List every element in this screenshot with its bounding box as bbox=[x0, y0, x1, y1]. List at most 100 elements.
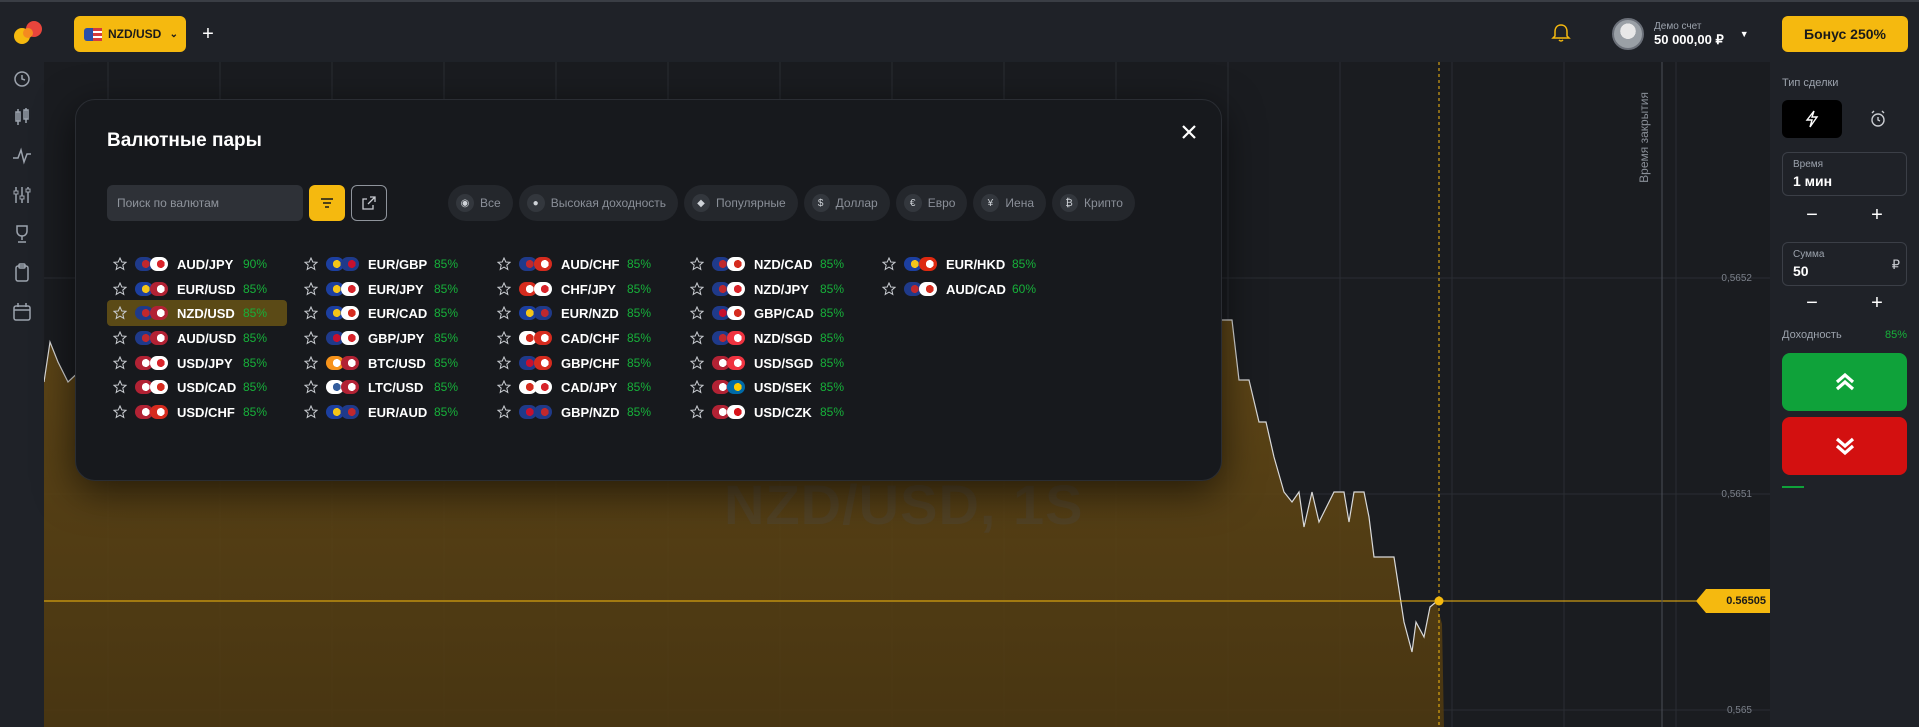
calendar-icon[interactable] bbox=[10, 300, 34, 324]
deal-type-turbo-button[interactable] bbox=[1782, 100, 1842, 138]
pair-item[interactable]: AUD/JPY 90% bbox=[107, 251, 287, 277]
star-icon[interactable] bbox=[882, 257, 896, 271]
sort-filter-button[interactable] bbox=[309, 185, 345, 221]
star-icon[interactable] bbox=[497, 257, 511, 271]
pair-item[interactable]: USD/CHF 85% bbox=[107, 399, 287, 425]
pair-item[interactable]: CHF/JPY 85% bbox=[491, 276, 671, 302]
star-icon[interactable] bbox=[304, 306, 318, 320]
pair-item[interactable]: EUR/AUD 85% bbox=[298, 399, 478, 425]
category-crypto[interactable]: ₿ Крипто bbox=[1052, 185, 1135, 221]
category-high-yield[interactable]: ● Высокая доходность bbox=[518, 185, 679, 221]
time-decrease-button[interactable]: − bbox=[1782, 202, 1842, 228]
star-icon[interactable] bbox=[113, 257, 127, 271]
open-external-button[interactable] bbox=[351, 185, 387, 221]
bell-icon[interactable] bbox=[1550, 22, 1572, 44]
pair-item[interactable]: EUR/NZD 85% bbox=[491, 300, 671, 326]
pair-item[interactable]: LTC/USD 85% bbox=[298, 374, 478, 400]
category-popular[interactable]: ◆ Популярные bbox=[684, 185, 798, 221]
star-icon[interactable] bbox=[690, 257, 704, 271]
currency-pairs-modal: Валютные пары Поиск по валютам ◉ Все ● Выс… bbox=[75, 99, 1222, 481]
pair-item[interactable]: EUR/JPY 85% bbox=[298, 276, 478, 302]
star-icon[interactable] bbox=[113, 331, 127, 345]
category-yen[interactable]: ¥ Иена bbox=[973, 185, 1047, 221]
pair-item[interactable]: GBP/NZD 85% bbox=[491, 399, 671, 425]
account-selector[interactable]: Демо счет 50 000,00 ₽ ▼ bbox=[1612, 16, 1749, 52]
pair-item[interactable]: GBP/CHF 85% bbox=[491, 350, 671, 376]
alarm-icon[interactable] bbox=[10, 66, 34, 90]
search-input[interactable]: Поиск по валютам bbox=[107, 185, 303, 221]
time-field[interactable]: Время 1 мин bbox=[1782, 152, 1907, 196]
star-icon[interactable] bbox=[113, 282, 127, 296]
star-icon[interactable] bbox=[497, 306, 511, 320]
pair-item[interactable]: GBP/CAD 85% bbox=[684, 300, 864, 326]
pair-item[interactable]: EUR/CAD 85% bbox=[298, 300, 478, 326]
star-icon[interactable] bbox=[113, 405, 127, 419]
star-icon[interactable] bbox=[304, 356, 318, 370]
star-icon[interactable] bbox=[304, 405, 318, 419]
star-icon[interactable] bbox=[882, 282, 896, 296]
close-icon[interactable] bbox=[1179, 122, 1199, 142]
pair-item[interactable]: NZD/CAD 85% bbox=[684, 251, 864, 277]
pair-item[interactable]: NZD/JPY 85% bbox=[684, 276, 864, 302]
pair-item[interactable]: AUD/USD 85% bbox=[107, 325, 287, 351]
pair-name: CHF/JPY bbox=[561, 281, 616, 297]
star-icon[interactable] bbox=[304, 282, 318, 296]
star-icon[interactable] bbox=[690, 331, 704, 345]
bonus-button[interactable]: Бонус 250% bbox=[1782, 16, 1908, 52]
star-icon[interactable] bbox=[497, 282, 511, 296]
pair-name: GBP/JPY bbox=[368, 330, 425, 346]
amount-decrease-button[interactable]: − bbox=[1782, 290, 1842, 316]
buy-up-button[interactable] bbox=[1782, 353, 1907, 411]
pair-item[interactable]: USD/CZK 85% bbox=[684, 399, 864, 425]
category-all[interactable]: ◉ Все bbox=[448, 185, 513, 221]
line-chart-icon[interactable] bbox=[10, 144, 34, 168]
star-icon[interactable] bbox=[690, 356, 704, 370]
candles-icon[interactable] bbox=[10, 105, 34, 129]
pair-name: NZD/SGD bbox=[754, 330, 813, 346]
pair-item[interactable]: NZD/USD 85% bbox=[107, 300, 287, 326]
time-increase-button[interactable]: + bbox=[1847, 202, 1907, 228]
pair-item[interactable]: USD/SGD 85% bbox=[684, 350, 864, 376]
trophy-icon[interactable] bbox=[10, 222, 34, 246]
pair-item[interactable]: CAD/JPY 85% bbox=[491, 374, 671, 400]
pair-name: EUR/CAD bbox=[368, 305, 428, 321]
pair-item[interactable]: CAD/CHF 85% bbox=[491, 325, 671, 351]
clipboard-icon[interactable] bbox=[10, 261, 34, 285]
amount-field[interactable]: Сумма 50 ₽ bbox=[1782, 242, 1907, 286]
pair-item[interactable]: USD/CAD 85% bbox=[107, 374, 287, 400]
pair-item[interactable]: USD/SEK 85% bbox=[684, 374, 864, 400]
lightning-icon bbox=[1805, 110, 1819, 128]
pair-item[interactable]: EUR/HKD 85% bbox=[876, 251, 1056, 277]
star-icon[interactable] bbox=[304, 380, 318, 394]
star-icon[interactable] bbox=[304, 257, 318, 271]
star-icon[interactable] bbox=[113, 306, 127, 320]
category-euro[interactable]: € Евро bbox=[895, 185, 968, 221]
add-chart-button[interactable]: + bbox=[190, 16, 226, 52]
pair-item[interactable]: BTC/USD 85% bbox=[298, 350, 478, 376]
pair-item[interactable]: USD/JPY 85% bbox=[107, 350, 287, 376]
star-icon[interactable] bbox=[690, 380, 704, 394]
star-icon[interactable] bbox=[497, 405, 511, 419]
star-icon[interactable] bbox=[690, 282, 704, 296]
pair-item[interactable]: NZD/SGD 85% bbox=[684, 325, 864, 351]
logo-icon[interactable] bbox=[12, 18, 46, 46]
amount-increase-button[interactable]: + bbox=[1847, 290, 1907, 316]
star-icon[interactable] bbox=[690, 405, 704, 419]
star-icon[interactable] bbox=[497, 331, 511, 345]
pair-item[interactable]: GBP/JPY 85% bbox=[298, 325, 478, 351]
indicators-icon[interactable] bbox=[10, 183, 34, 207]
star-icon[interactable] bbox=[113, 356, 127, 370]
pair-item[interactable]: EUR/USD 85% bbox=[107, 276, 287, 302]
star-icon[interactable] bbox=[497, 356, 511, 370]
star-icon[interactable] bbox=[304, 331, 318, 345]
pair-selector-button[interactable]: NZD/USD ⌄ bbox=[74, 16, 186, 52]
star-icon[interactable] bbox=[497, 380, 511, 394]
pair-item[interactable]: AUD/CAD 60% bbox=[876, 276, 1056, 302]
deal-type-classic-button[interactable] bbox=[1848, 100, 1908, 138]
star-icon[interactable] bbox=[690, 306, 704, 320]
sell-down-button[interactable] bbox=[1782, 417, 1907, 475]
pair-item[interactable]: EUR/GBP 85% bbox=[298, 251, 478, 277]
star-icon[interactable] bbox=[113, 380, 127, 394]
pair-item[interactable]: AUD/CHF 85% bbox=[491, 251, 671, 277]
category-dollar[interactable]: $ Доллар bbox=[803, 185, 890, 221]
